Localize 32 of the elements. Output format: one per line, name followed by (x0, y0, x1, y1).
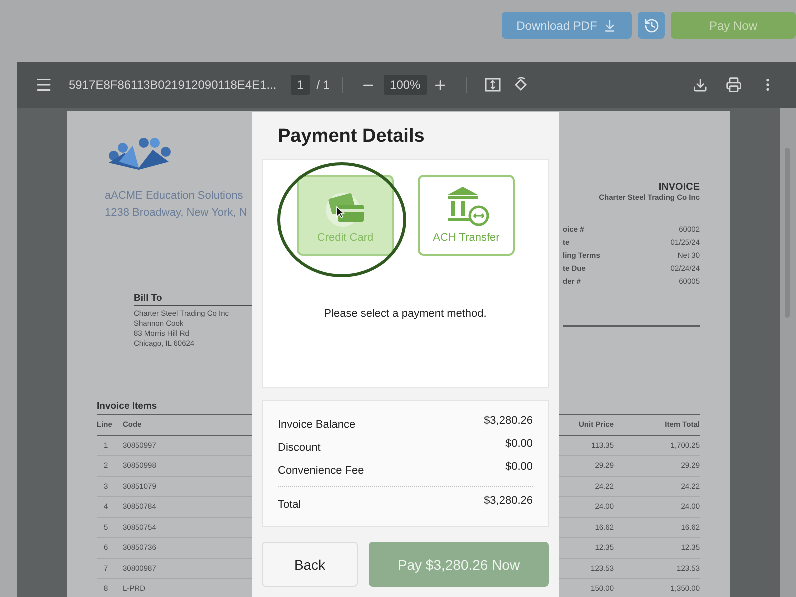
total-value: $3,280.26 (484, 495, 533, 507)
cursor-icon (336, 206, 345, 219)
back-button[interactable]: Back (262, 542, 358, 587)
summary-label: Convenience Fee (278, 464, 364, 477)
rotate-icon[interactable] (512, 77, 529, 93)
zoom-in-icon[interactable] (432, 78, 448, 92)
pay-now-button[interactable]: Pay Now (671, 12, 796, 39)
summary-value: $0.00 (505, 438, 533, 450)
history-button[interactable] (638, 12, 665, 39)
fit-page-icon[interactable] (484, 78, 501, 92)
file-name: 5917E8F86113B021912090118E4E1... (69, 78, 278, 92)
summary-label: Discount (278, 441, 321, 454)
page-count: / 1 (316, 78, 330, 92)
summary-label: Invoice Balance (278, 418, 356, 431)
summary-value: $3,280.26 (484, 415, 533, 427)
total-label: Total (278, 498, 302, 511)
download-pdf-button[interactable]: Download PDF (502, 12, 632, 39)
summary-value: $0.00 (505, 461, 533, 473)
history-icon (644, 18, 660, 34)
dialog-title: Payment Details (277, 125, 426, 149)
print-icon[interactable] (726, 77, 742, 93)
menu-icon[interactable] (35, 76, 53, 94)
company-name: aACME Education Solutions (105, 189, 244, 204)
zoom-field[interactable]: 100% (384, 75, 427, 95)
download-icon (603, 18, 618, 32)
download-icon[interactable] (693, 78, 708, 92)
payment-method-option[interactable]: Credit Card (297, 175, 394, 256)
invoice-title: INVOICE (658, 182, 700, 193)
page-number-field[interactable]: 1 (291, 75, 310, 95)
payment-method-option[interactable]: ACH Transfer (418, 175, 515, 256)
prompt-text: Please select a payment method. (323, 308, 488, 320)
company-address: 1238 Broadway, New York, N (105, 206, 248, 221)
